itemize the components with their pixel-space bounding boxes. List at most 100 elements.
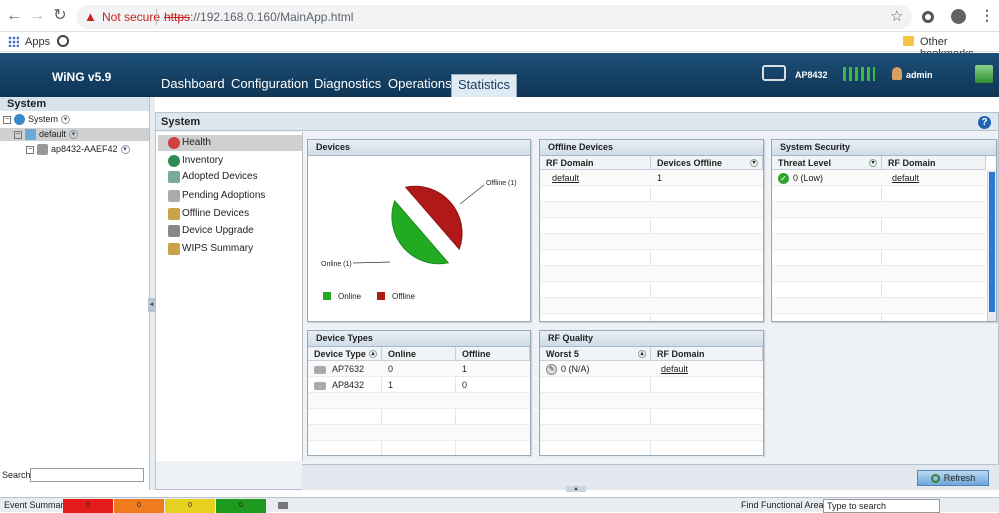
- logout-icon[interactable]: [975, 65, 993, 83]
- nav-label: Device Upgrade: [182, 225, 254, 236]
- table-row: [540, 298, 763, 314]
- rf-domain-link[interactable]: default: [546, 170, 579, 186]
- sort-icon[interactable]: ▾: [869, 159, 877, 167]
- tab-diagnostics[interactable]: Diagnostics: [308, 74, 387, 97]
- column-header-rf-domain[interactable]: RF Domain: [540, 156, 651, 170]
- app-header: WiNG v5.9 Dashboard Configuration Diagno…: [0, 53, 999, 97]
- search-input[interactable]: [30, 468, 144, 482]
- event-warning-count[interactable]: 0: [165, 499, 215, 513]
- refresh-button[interactable]: Refresh: [917, 470, 989, 486]
- devices-offline-value: 1: [657, 173, 663, 183]
- vertical-scrollbar[interactable]: [987, 170, 996, 321]
- back-icon[interactable]: ←: [4, 6, 24, 26]
- chevron-down-icon[interactable]: ▾: [69, 130, 79, 140]
- collapse-bottom-icon[interactable]: ▴: [566, 486, 586, 492]
- globe-icon[interactable]: [57, 35, 69, 47]
- profile-icon[interactable]: [951, 9, 966, 24]
- health-icon: [168, 137, 180, 149]
- nav-offline-devices[interactable]: Offline Devices: [158, 206, 302, 222]
- tree-panel-title: System: [0, 97, 149, 111]
- column-header-worst-5[interactable]: Worst 5 ▴: [540, 347, 651, 361]
- pending-adoptions-icon: [168, 190, 180, 202]
- table-row: [540, 250, 763, 266]
- camera-icon[interactable]: [278, 502, 288, 509]
- tab-configuration[interactable]: Configuration: [225, 74, 314, 97]
- device-upgrade-icon: [168, 225, 180, 237]
- threat-level-text: 0 (Low): [793, 173, 824, 183]
- menu-kebab-icon[interactable]: ⋮: [980, 7, 994, 24]
- column-header-offline[interactable]: Offline: [456, 347, 530, 361]
- table-row: [540, 393, 763, 409]
- event-info-count[interactable]: 0: [216, 499, 266, 513]
- help-icon[interactable]: ?: [978, 116, 991, 129]
- system-security-widget: System Security Threat Level ▾ RF Domain …: [771, 139, 997, 330]
- event-critical-count[interactable]: 0: [63, 499, 113, 513]
- column-header-rf-domain[interactable]: RF Domain: [882, 156, 986, 170]
- widget-title: Offline Devices: [540, 140, 763, 156]
- url-text[interactable]: https://192.168.0.160/MainApp.html: [164, 10, 353, 24]
- address-bar[interactable]: ▲ Not secure https://192.168.0.160/MainA…: [76, 5, 912, 29]
- device-types-widget: Device Types Device Type ▴ Online Offline…: [307, 330, 531, 457]
- tree-item-ap[interactable]: − ap8432-AAEF42 ▾: [26, 143, 130, 156]
- nav-wips-summary[interactable]: WIPS Summary: [158, 241, 302, 257]
- offline-devices-icon: [168, 208, 180, 220]
- find-functional-area-input[interactable]: Type to search: [823, 499, 940, 513]
- collapse-toggle-icon[interactable]: −: [26, 145, 34, 154]
- nav-adopted-devices[interactable]: Adopted Devices: [158, 169, 302, 185]
- collapse-toggle-icon[interactable]: −: [3, 115, 11, 124]
- bookmark-star-icon[interactable]: ☆: [890, 7, 903, 25]
- tab-dashboard[interactable]: Dashboard: [155, 74, 231, 97]
- collapse-toggle-icon[interactable]: −: [14, 130, 22, 139]
- table-row: [308, 441, 530, 457]
- devices-widget: Devices Offline (1) Online (1) Online Of…: [307, 139, 531, 322]
- sort-icon[interactable]: ▾: [750, 159, 758, 167]
- tab-statistics[interactable]: Statistics: [451, 74, 518, 97]
- table-row: [772, 250, 986, 266]
- table-row: [540, 314, 763, 330]
- column-header-device-type[interactable]: Device Type ▴: [308, 347, 382, 361]
- chevron-down-icon[interactable]: ▾: [61, 115, 71, 125]
- widget-title: System Security: [772, 140, 996, 156]
- page-title: System: [156, 113, 998, 131]
- device-types-grid: Device Type ▴ Online Offline AP7632 0 1 A…: [308, 347, 530, 457]
- header-label: Worst 5: [546, 349, 579, 359]
- chevron-down-icon[interactable]: ▾: [120, 145, 130, 155]
- reload-icon[interactable]: ↻: [50, 6, 70, 26]
- nav-health[interactable]: Health: [158, 135, 302, 151]
- header-label: Threat Level: [778, 158, 832, 168]
- main-content: System ? Health Inventory Adopted Device…: [155, 112, 999, 490]
- table-row: [772, 234, 986, 250]
- tree-item-default[interactable]: − default ▾: [0, 128, 149, 141]
- forward-icon[interactable]: →: [27, 6, 47, 26]
- column-header-devices-offline[interactable]: Devices Offline ▾: [651, 156, 763, 170]
- column-header-threat-level[interactable]: Threat Level ▾: [772, 156, 882, 170]
- warning-icon: ▲: [84, 9, 97, 24]
- rf-domain-link[interactable]: default: [655, 361, 688, 377]
- rf-domain-link[interactable]: default: [886, 170, 919, 186]
- collapse-left-icon[interactable]: ◂: [148, 298, 155, 312]
- tree-item-system[interactable]: − System ▾: [3, 113, 71, 126]
- adopted-devices-icon: [168, 171, 180, 183]
- refresh-icon: [930, 474, 940, 484]
- table-row: [772, 218, 986, 234]
- table-row: [772, 314, 986, 330]
- nav-device-upgrade[interactable]: Device Upgrade: [158, 223, 302, 239]
- tab-operations[interactable]: Operations: [382, 74, 458, 97]
- worst-5-text: 0 (N/A): [561, 364, 590, 374]
- sort-icon[interactable]: ▴: [638, 350, 646, 358]
- online-count-cell: 1: [388, 380, 394, 390]
- column-header-online[interactable]: Online: [382, 347, 456, 361]
- app-title: WiNG v5.9: [52, 70, 112, 84]
- scrollbar-thumb[interactable]: [989, 172, 995, 312]
- sort-icon[interactable]: ▴: [369, 350, 377, 358]
- apps-grid-icon[interactable]: [8, 36, 19, 47]
- apps-bookmark[interactable]: Apps: [25, 36, 50, 48]
- rf-domain-icon: [25, 129, 36, 141]
- event-error-count[interactable]: 0: [114, 499, 164, 513]
- nav-pending-adoptions[interactable]: Pending Adoptions: [158, 188, 302, 204]
- extension-icon[interactable]: [922, 11, 934, 23]
- nav-inventory[interactable]: Inventory: [158, 153, 302, 169]
- column-header-rf-domain[interactable]: RF Domain: [651, 347, 763, 361]
- table-row: [772, 298, 986, 314]
- table-row: [308, 409, 530, 425]
